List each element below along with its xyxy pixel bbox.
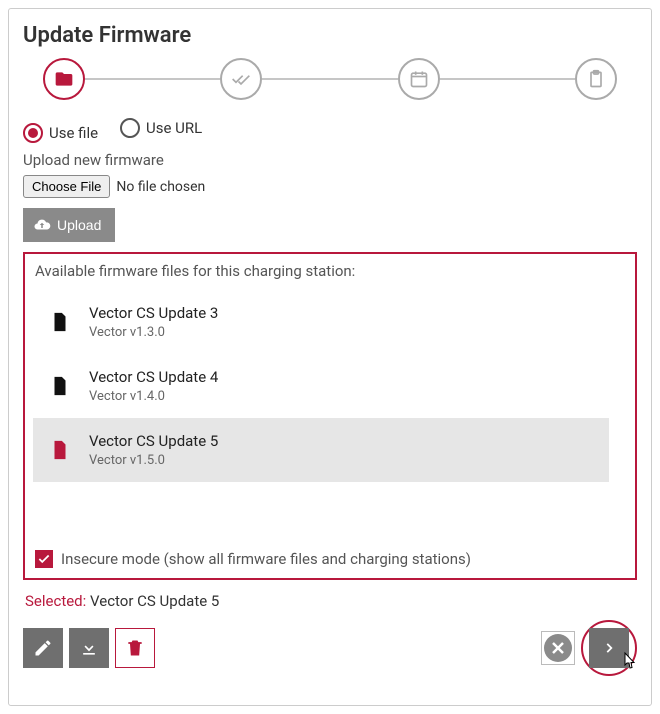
cloud-upload-icon [33, 216, 51, 234]
file-icon [49, 308, 71, 336]
calendar-icon [409, 69, 429, 89]
firmware-version: Vector v1.5.0 [89, 453, 218, 468]
firmware-item-selected[interactable]: Vector CS Update 5 Vector v1.5.0 [33, 418, 609, 482]
firmware-name: Vector CS Update 4 [89, 368, 218, 386]
update-firmware-panel: Update Firmware Use file Use URL Upload … [8, 8, 652, 706]
choose-file-button[interactable]: Choose File [23, 175, 110, 198]
insecure-mode-row[interactable]: Insecure mode (show all firmware files a… [35, 550, 627, 568]
radio-use-url[interactable]: Use URL [120, 118, 202, 138]
step-3-schedule[interactable] [398, 58, 440, 100]
next-button-highlight [581, 620, 637, 676]
selected-line: Selected: Vector CS Update 5 [25, 592, 635, 610]
selected-label: Selected: [25, 592, 86, 610]
radio-use-url-label: Use URL [146, 119, 202, 137]
selected-value: Vector CS Update 5 [90, 592, 219, 610]
upload-label: Upload new firmware [23, 151, 637, 169]
file-chooser-row: Choose File No file chosen [23, 175, 637, 198]
action-bar [23, 620, 637, 676]
step-4-summary[interactable] [575, 58, 617, 100]
stepper [43, 58, 617, 100]
firmware-list-box: Available firmware files for this chargi… [23, 252, 637, 580]
edit-button[interactable] [23, 628, 63, 668]
firmware-name: Vector CS Update 3 [89, 304, 218, 322]
step-1-file[interactable] [43, 58, 85, 100]
stepper-connector [85, 78, 220, 80]
check-icon [37, 552, 51, 566]
upload-button[interactable]: Upload [23, 208, 115, 242]
firmware-item[interactable]: Vector CS Update 4 Vector v1.4.0 [33, 354, 609, 418]
firmware-heading: Available firmware files for this chargi… [35, 262, 627, 280]
firmware-version: Vector v1.3.0 [89, 325, 218, 340]
upload-button-label: Upload [57, 217, 101, 233]
chevron-right-icon [602, 641, 616, 655]
insecure-mode-label: Insecure mode (show all firmware files a… [61, 550, 471, 568]
folder-icon [54, 69, 74, 89]
firmware-name: Vector CS Update 5 [89, 432, 218, 450]
page-title: Update Firmware [23, 23, 637, 48]
clipboard-icon [586, 69, 606, 89]
delete-button[interactable] [115, 628, 155, 668]
trash-icon [125, 638, 145, 658]
source-radio-group: Use file Use URL [23, 118, 637, 143]
stepper-connector [262, 78, 397, 80]
next-button[interactable] [589, 628, 629, 668]
firmware-scroll-area[interactable]: Vector CS Update 3 Vector v1.3.0 Vector … [33, 290, 627, 540]
no-file-chosen-text: No file chosen [116, 179, 205, 195]
stepper-connector [440, 78, 575, 80]
double-check-icon [231, 69, 251, 89]
download-button[interactable] [69, 628, 109, 668]
file-icon [49, 372, 71, 400]
download-icon [79, 638, 99, 658]
firmware-item[interactable]: Vector CS Update 3 Vector v1.3.0 [33, 290, 609, 354]
radio-icon [120, 118, 140, 138]
pencil-icon [33, 638, 53, 658]
radio-use-file[interactable]: Use file [23, 123, 98, 143]
file-icon [49, 436, 71, 464]
radio-icon [23, 123, 43, 143]
cancel-button[interactable] [541, 631, 575, 665]
firmware-version: Vector v1.4.0 [89, 389, 218, 404]
radio-use-file-label: Use file [49, 124, 98, 142]
insecure-checkbox[interactable] [35, 550, 53, 568]
close-icon [548, 638, 568, 658]
step-2-verify[interactable] [220, 58, 262, 100]
